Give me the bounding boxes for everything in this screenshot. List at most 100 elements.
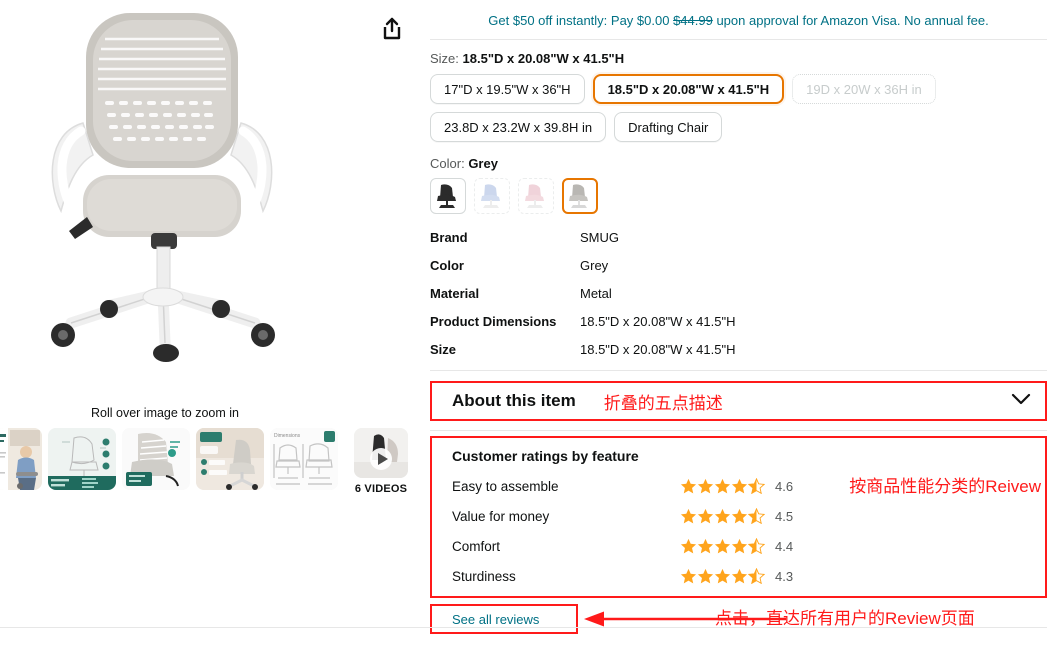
promo-suffix: upon approval for Amazon Visa. No annual… bbox=[712, 13, 989, 28]
thumbnail-item[interactable]: Dimensions bbox=[270, 428, 338, 490]
star-half-icon bbox=[748, 508, 765, 524]
color-swatch-pink[interactable] bbox=[518, 178, 554, 214]
star-full-icon bbox=[697, 508, 714, 524]
promo-strike-price: $44.99 bbox=[673, 13, 713, 28]
attribute-key: Color bbox=[430, 258, 464, 273]
star-full-icon bbox=[680, 508, 697, 524]
promo-prefix: Get $50 off instantly: Pay $0.00 bbox=[488, 13, 674, 28]
see-all-reviews-link[interactable]: See all reviews bbox=[452, 612, 539, 627]
svg-text:Dimensions: Dimensions bbox=[274, 433, 301, 439]
rating-value: 4.4 bbox=[775, 538, 794, 554]
star-full-icon bbox=[697, 568, 714, 584]
star-rating[interactable] bbox=[680, 568, 765, 584]
annotation-see-all-reviews: 点击，直达所有用户的Review页面 bbox=[715, 609, 975, 628]
rating-value: 4.5 bbox=[775, 508, 794, 524]
color-swatch-black[interactable] bbox=[430, 178, 466, 214]
star-full-icon bbox=[714, 478, 731, 494]
thumbnail-item[interactable] bbox=[48, 428, 116, 490]
thumbnail-strip: Dimensions 6 VIDEOS bbox=[0, 428, 412, 495]
see-all-reviews-area: See all reviews 点击，直达所有用户的Review页面 bbox=[430, 604, 1047, 638]
adjustment-infographic-thumbnail bbox=[48, 428, 116, 490]
rating-feature-name: Comfort bbox=[452, 538, 501, 554]
star-rating[interactable] bbox=[680, 508, 765, 524]
rating-row: Comfort 4.4 bbox=[452, 538, 1045, 554]
size-option-selected[interactable]: 18.5"D x 20.08"W x 41.5"H bbox=[592, 74, 785, 104]
color-swatch-grey-selected[interactable] bbox=[562, 178, 598, 214]
attribute-key: Product Dimensions bbox=[430, 314, 557, 329]
attribute-value: 18.5"D x 20.08"W x 41.5"H bbox=[580, 314, 736, 329]
annotation-about-collapsed: 折叠的五点描述 bbox=[603, 393, 723, 413]
color-swatch-row bbox=[430, 178, 1047, 214]
attribute-value: Metal bbox=[580, 286, 612, 301]
attribute-value: 18.5"D x 20.08"W x 41.5"H bbox=[580, 342, 736, 357]
star-full-icon bbox=[680, 568, 697, 584]
rating-feature-name: Sturdiness bbox=[452, 568, 516, 584]
rating-feature-name: Value for money bbox=[452, 508, 550, 524]
star-half-icon bbox=[748, 568, 765, 584]
customer-ratings-by-feature: Customer ratings by feature Easy to asse… bbox=[430, 436, 1047, 598]
star-full-icon bbox=[714, 568, 731, 584]
about-this-item-section[interactable]: About this item 折叠的五点描述 bbox=[430, 381, 1047, 421]
attribute-value: Grey bbox=[580, 258, 609, 273]
star-half-icon bbox=[748, 538, 765, 554]
attribute-row: Color Grey bbox=[430, 256, 850, 284]
size-option[interactable]: 17"D x 19.5"W x 36"H bbox=[430, 74, 585, 104]
attribute-row: Material Metal bbox=[430, 284, 850, 312]
share-icon bbox=[383, 17, 401, 40]
main-product-image[interactable] bbox=[8, 0, 358, 400]
divider bbox=[430, 430, 1047, 431]
rating-row: Value for money 4.5 bbox=[452, 508, 1045, 524]
size-option[interactable]: Drafting Chair bbox=[614, 112, 723, 142]
product-detail-page: Roll over image to zoom in Dimensions 6 … bbox=[0, 0, 1047, 649]
expand-about-button[interactable] bbox=[1011, 392, 1031, 410]
divider bbox=[430, 370, 1047, 371]
attribute-key: Material bbox=[430, 286, 480, 301]
star-rating[interactable] bbox=[680, 538, 765, 554]
thumbnail-item[interactable] bbox=[122, 428, 190, 490]
attribute-row: Size 18.5"D x 20.08"W x 41.5"H bbox=[430, 340, 850, 368]
amazon-visa-promo[interactable]: Get $50 off instantly: Pay $0.00 $44.99 … bbox=[430, 0, 1047, 30]
thumbnail-item[interactable] bbox=[196, 428, 264, 490]
star-full-icon bbox=[731, 538, 748, 554]
color-label-text: Color: bbox=[430, 156, 465, 171]
attribute-value: SMUG bbox=[580, 230, 619, 245]
room-lifestyle-thumbnail bbox=[196, 428, 264, 490]
mesh-closeup-thumbnail bbox=[122, 428, 190, 490]
star-full-icon bbox=[731, 508, 748, 524]
rating-feature-name: Easy to assemble bbox=[452, 478, 559, 494]
chair-swatch-icon bbox=[525, 184, 544, 208]
attribute-row: Brand SMUG bbox=[430, 228, 850, 256]
size-options-row-2: 23.8D x 23.2W x 39.8H in Drafting Chair bbox=[430, 112, 1047, 142]
attribute-row: Product Dimensions 18.5"D x 20.08"W x 41… bbox=[430, 312, 850, 340]
color-swatch-blue[interactable] bbox=[474, 178, 510, 214]
product-attributes-table: Brand SMUG Color Grey Material Metal Pro… bbox=[430, 228, 850, 368]
attribute-key: Size bbox=[430, 342, 457, 357]
attribute-key: Brand bbox=[430, 230, 468, 245]
zoom-hint: Roll over image to zoom in bbox=[91, 406, 239, 420]
lifestyle-thumbnail-image bbox=[0, 428, 42, 490]
star-full-icon bbox=[714, 538, 731, 554]
star-full-icon bbox=[731, 478, 748, 494]
size-label: Size: 18.5"D x 20.08"W x 41.5"H bbox=[430, 51, 1047, 66]
star-half-icon bbox=[748, 478, 765, 494]
star-rating[interactable] bbox=[680, 478, 765, 494]
size-option-unavailable: 19D x 20W x 36H in bbox=[792, 74, 936, 104]
divider bbox=[0, 627, 1047, 628]
video-count-label: 6 VIDEOS bbox=[354, 483, 408, 495]
size-options-row-1: 17"D x 19.5"W x 36"H 18.5"D x 20.08"W x … bbox=[430, 74, 1047, 104]
size-option[interactable]: 23.8D x 23.2W x 39.8H in bbox=[430, 112, 607, 142]
size-selected-value: 18.5"D x 20.08"W x 41.5"H bbox=[462, 51, 625, 66]
about-this-item-title: About this item bbox=[452, 391, 576, 410]
share-button[interactable] bbox=[375, 12, 409, 46]
thumbnail-item[interactable] bbox=[0, 428, 42, 490]
video-thumbnail[interactable]: 6 VIDEOS bbox=[350, 428, 412, 495]
color-selected-value: Grey bbox=[468, 156, 498, 171]
image-gallery: Roll over image to zoom in Dimensions 6 … bbox=[0, 0, 415, 620]
video-preview-graphic bbox=[354, 428, 408, 478]
chair-swatch-icon bbox=[569, 184, 588, 208]
annotation-ratings-by-feature: 按商品性能分类的Reivew bbox=[849, 477, 1041, 496]
product-info-column: Get $50 off instantly: Pay $0.00 $44.99 … bbox=[430, 0, 1047, 638]
star-full-icon bbox=[680, 538, 697, 554]
color-label: Color: Grey bbox=[430, 156, 1047, 171]
star-full-icon bbox=[731, 568, 748, 584]
